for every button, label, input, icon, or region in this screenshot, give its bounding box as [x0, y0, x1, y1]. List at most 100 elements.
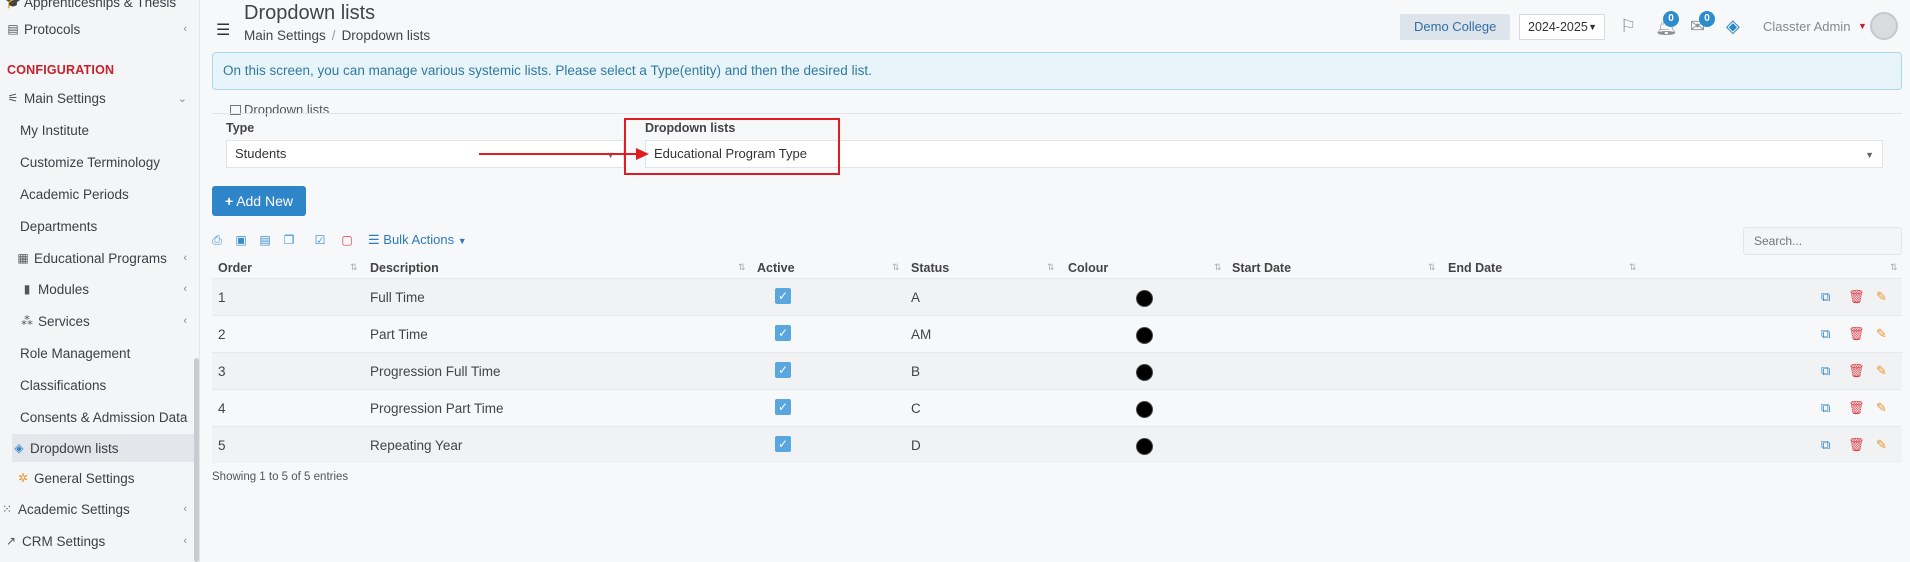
college-button[interactable]: Demo College: [1400, 14, 1511, 40]
table-row[interactable]: 1 Full Time ✓ A ⧉ 🗑︎ ✎: [212, 278, 1902, 315]
excel-icon[interactable]: ▣: [234, 233, 248, 247]
sidebar-item-protocols[interactable]: ▤ Protocols ‹: [6, 15, 193, 43]
trash-icon[interactable]: 🗑︎: [1848, 326, 1865, 342]
colour-swatch: [1136, 290, 1153, 307]
caret-down-icon[interactable]: ▼: [1858, 21, 1867, 31]
col-order[interactable]: Order: [218, 261, 252, 275]
copy-icon[interactable]: ❐: [282, 233, 296, 247]
caret-down-icon: ▼: [1865, 150, 1874, 160]
sliders-icon: ⚟: [7, 91, 19, 105]
cell-description: Repeating Year: [370, 438, 463, 453]
grid-icon: ⁙: [1, 502, 13, 516]
pencil-icon[interactable]: ✎: [1876, 289, 1887, 305]
bulk-actions-button[interactable]: ☰ Bulk Actions ▼: [368, 232, 467, 248]
sort-icon[interactable]: ⇅: [1428, 262, 1435, 273]
cell-status: D: [911, 438, 921, 453]
sidebar-item-label: Academic Settings: [18, 501, 130, 517]
search-input[interactable]: [1743, 227, 1902, 255]
col-status[interactable]: Status: [911, 261, 949, 275]
cell-order: 3: [218, 364, 226, 379]
sort-icon[interactable]: ⇅: [738, 262, 745, 273]
table-row[interactable]: 3 Progression Full Time ✓ B ⧉ 🗑︎ ✎: [212, 352, 1902, 389]
col-end-date[interactable]: End Date: [1448, 261, 1502, 275]
active-checkbox[interactable]: ✓: [775, 288, 791, 304]
avatar[interactable]: [1870, 12, 1898, 40]
sort-icon[interactable]: ⇅: [350, 262, 357, 273]
pencil-icon[interactable]: ✎: [1876, 326, 1887, 342]
sidebar-item-label: Apprenticeships & Thesis: [24, 0, 177, 10]
sidebar-item-customize-terminology[interactable]: Customize Terminology: [20, 148, 193, 176]
sort-icon[interactable]: ⇅: [892, 262, 899, 273]
table-row[interactable]: 5 Repeating Year ✓ D ⧉ 🗑︎ ✎: [212, 426, 1902, 463]
col-start-date[interactable]: Start Date: [1232, 261, 1291, 275]
sort-icon[interactable]: ⇅: [1890, 262, 1897, 273]
year-select[interactable]: 2024-2025 ▼: [1519, 14, 1605, 40]
sidebar-item-educational-programs[interactable]: ▦ Educational Programs ‹: [16, 244, 193, 272]
sidebar-item-apprenticeships[interactable]: 🎓 Apprenticeships & Thesis: [6, 0, 193, 16]
layers-icon[interactable]: ◈: [1726, 16, 1740, 37]
sidebar-item-classifications[interactable]: Classifications: [20, 371, 193, 399]
sidebar-item-main-settings[interactable]: ⚟ Main Settings ⌄: [6, 84, 193, 112]
caret-down-icon: ▼: [606, 150, 615, 160]
trash-icon[interactable]: 🗑︎: [1848, 363, 1865, 379]
pencil-icon[interactable]: ✎: [1876, 400, 1887, 416]
copy-icon[interactable]: ⧉: [1821, 326, 1830, 342]
trash-icon[interactable]: 🗑︎: [1848, 437, 1865, 453]
annotation-arrow-head: [636, 148, 649, 160]
pencil-icon[interactable]: ✎: [1876, 363, 1887, 379]
print-icon[interactable]: ⎙: [210, 233, 224, 247]
sidebar-scrollbar[interactable]: [194, 358, 199, 562]
cell-order: 4: [218, 401, 226, 416]
table-row[interactable]: 2 Part Time ✓ AM ⧉ 🗑︎ ✎: [212, 315, 1902, 352]
table-icon: ▦: [17, 251, 29, 265]
building-icon: ▤: [7, 22, 19, 36]
table-row[interactable]: 4 Progression Part Time ✓ C ⧉ 🗑︎ ✎: [212, 389, 1902, 426]
breadcrumb: Main Settings / Dropdown lists: [244, 28, 430, 43]
cell-description: Progression Part Time: [370, 401, 504, 416]
book-icon: ▮: [23, 282, 31, 296]
trash-icon[interactable]: 🗑︎: [1848, 400, 1865, 416]
sidebar-item-general-settings[interactable]: ✲ General Settings: [16, 464, 193, 492]
sort-icon[interactable]: ⇅: [1047, 262, 1054, 273]
cell-description: Full Time: [370, 290, 425, 305]
col-active[interactable]: Active: [757, 261, 795, 275]
sidebar-item-academic-periods[interactable]: Academic Periods: [20, 180, 193, 208]
sidebar-item-my-institute[interactable]: My Institute: [20, 116, 193, 144]
copy-icon[interactable]: ⧉: [1821, 437, 1830, 453]
copy-icon[interactable]: ⧉: [1821, 363, 1830, 379]
sidebar-item-services[interactable]: ⁂ Services ‹: [20, 307, 193, 335]
sidebar-item-departments[interactable]: Departments: [20, 212, 193, 240]
table-header: Order ⇅ Description ⇅ Active ⇅ Status ⇅ …: [212, 258, 1902, 280]
active-checkbox[interactable]: ✓: [775, 325, 791, 341]
user-name[interactable]: Classter Admin: [1763, 19, 1850, 34]
sidebar-item-modules[interactable]: ▮ Modules ‹: [20, 275, 193, 303]
select-all-icon[interactable]: ☑: [313, 233, 327, 247]
sidebar-item-crm-settings[interactable]: ↗ CRM Settings ‹: [4, 527, 193, 555]
sort-icon[interactable]: ⇅: [1214, 262, 1221, 273]
sidebar-item-label: Main Settings: [24, 90, 106, 106]
sidebar-item-role-management[interactable]: Role Management: [20, 339, 193, 367]
sort-icon[interactable]: ⇅: [1629, 262, 1636, 273]
copy-icon[interactable]: ⧉: [1821, 289, 1830, 305]
sidebar-item-academic-settings[interactable]: ⁙ Academic Settings ‹: [0, 495, 193, 523]
pencil-icon[interactable]: ✎: [1876, 437, 1887, 453]
breadcrumb-item-main-settings[interactable]: Main Settings: [244, 28, 326, 43]
mail-badge: 0: [1699, 11, 1715, 27]
sidebar-item-consents[interactable]: Consents & Admission Data: [20, 403, 193, 431]
active-checkbox[interactable]: ✓: [775, 436, 791, 452]
plus-icon: +: [225, 193, 234, 209]
flag-icon[interactable]: ⚐: [1620, 16, 1636, 37]
sidebar-item-label: Customize Terminology: [20, 154, 161, 170]
deselect-icon[interactable]: ▢: [340, 233, 354, 247]
sidebar-item-label: Classifications: [20, 377, 107, 393]
active-checkbox[interactable]: ✓: [775, 362, 791, 378]
menu-icon[interactable]: ☰: [216, 20, 230, 40]
csv-icon[interactable]: ▤: [258, 233, 272, 247]
col-colour[interactable]: Colour: [1068, 261, 1108, 275]
copy-icon[interactable]: ⧉: [1821, 400, 1830, 416]
active-checkbox[interactable]: ✓: [775, 399, 791, 415]
sidebar-item-dropdown-lists[interactable]: ◈ Dropdown lists: [12, 434, 199, 462]
trash-icon[interactable]: 🗑︎: [1848, 289, 1865, 305]
col-description[interactable]: Description: [370, 261, 439, 275]
add-new-button[interactable]: + Add New: [212, 186, 306, 216]
